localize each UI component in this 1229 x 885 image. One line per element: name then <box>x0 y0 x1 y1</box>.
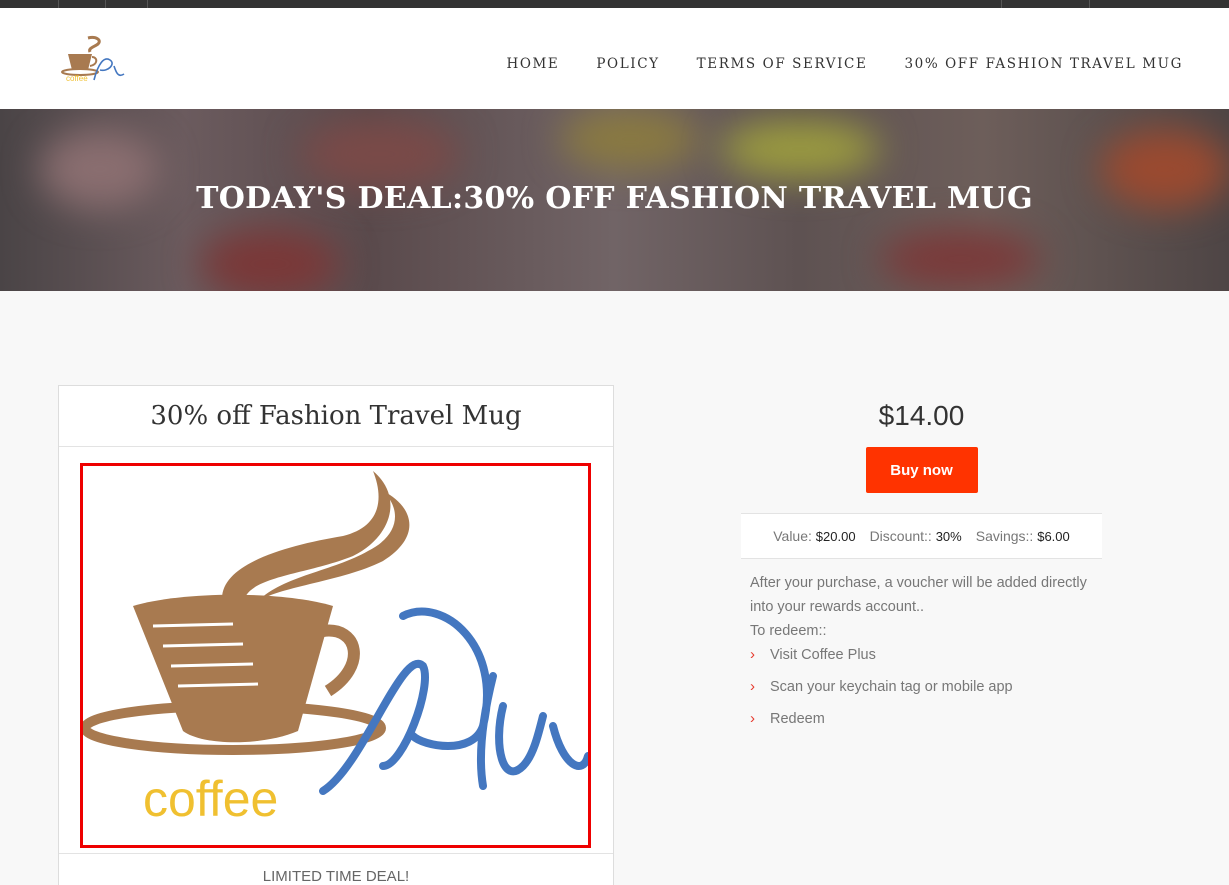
hero-banner: TODAY'S DEAL:30% OFF FASHION TRAVEL MUG <box>0 109 1229 291</box>
top-bar-divider <box>1001 0 1002 8</box>
cup-body <box>133 594 333 743</box>
list-item: › Scan your keychain tag or mobile app <box>750 675 1093 707</box>
hero-bokeh <box>300 119 460 189</box>
nav-policy[interactable]: POLICY <box>596 56 659 72</box>
hero-bokeh <box>200 229 340 291</box>
top-bar <box>0 0 1229 8</box>
list-item: › Redeem <box>750 707 1093 739</box>
redeem-instructions: After your purchase, a voucher will be a… <box>741 559 1102 739</box>
deal-stats: Value: $20.00 Discount:: 30% Savings:: $… <box>741 513 1102 559</box>
deal-footer: LIMITED TIME DEAL! <box>59 853 613 885</box>
hero-bokeh <box>560 109 700 169</box>
nav-home[interactable]: HOME <box>506 56 559 72</box>
value-stat: Value: $20.00 <box>773 528 855 544</box>
coffee-cup-logo-icon[interactable]: coffee <box>58 34 128 84</box>
site-header: coffee HOME POLICY TERMS OF SERVICE 30% … <box>0 8 1229 109</box>
svg-text:coffee: coffee <box>66 74 88 83</box>
step-text: Scan your keychain tag or mobile app <box>770 679 1013 695</box>
value-amount: $20.00 <box>815 529 856 544</box>
deal-card: 30% off Fashion Travel Mug coffee LIMITE <box>58 385 614 885</box>
coffee-wordmark: coffee <box>143 771 278 827</box>
top-bar-divider <box>147 0 148 8</box>
deal-title: 30% off Fashion Travel Mug <box>59 386 613 447</box>
value-label: Value: <box>773 528 812 544</box>
page-title: TODAY'S DEAL:30% OFF FASHION TRAVEL MUG <box>196 181 1033 216</box>
savings-stat: Savings:: $6.00 <box>976 528 1070 544</box>
discount-stat: Discount:: 30% <box>870 528 962 544</box>
hero-bokeh <box>880 229 1040 289</box>
chevron-right-icon: › <box>750 646 755 663</box>
discount-label: Discount:: <box>869 528 932 544</box>
steam-shape <box>222 471 391 606</box>
discount-amount: 30% <box>935 529 962 544</box>
top-bar-divider <box>58 0 59 8</box>
top-bar-divider <box>105 0 106 8</box>
step-text: Redeem <box>770 711 825 727</box>
voucher-description: After your purchase, a voucher will be a… <box>750 575 1087 615</box>
top-bar-divider <box>1089 0 1090 8</box>
main-nav: HOME POLICY TERMS OF SERVICE 30% OFF FAS… <box>506 56 1183 72</box>
redeem-heading: To redeem:: <box>750 623 827 639</box>
savings-label: Savings:: <box>975 528 1034 544</box>
list-item: › Visit Coffee Plus <box>750 643 1093 675</box>
savings-amount: $6.00 <box>1037 529 1070 544</box>
plus-script <box>319 607 588 795</box>
nav-travel-mug-deal[interactable]: 30% OFF FASHION TRAVEL MUG <box>904 56 1183 72</box>
purchase-panel: $14.00 Buy now Value: $20.00 Discount:: … <box>741 385 1102 739</box>
hero-bokeh <box>720 119 880 179</box>
step-text: Visit Coffee Plus <box>770 647 876 663</box>
cup-handle <box>322 624 360 697</box>
chevron-right-icon: › <box>750 710 755 727</box>
price: $14.00 <box>878 400 965 431</box>
buy-now-button[interactable]: Buy now <box>865 447 978 493</box>
nav-terms-of-service[interactable]: TERMS OF SERVICE <box>697 56 868 72</box>
chevron-right-icon: › <box>750 678 755 695</box>
deal-image[interactable]: coffee <box>80 463 591 848</box>
redeem-steps: › Visit Coffee Plus › Scan your keychain t… <box>750 643 1093 739</box>
